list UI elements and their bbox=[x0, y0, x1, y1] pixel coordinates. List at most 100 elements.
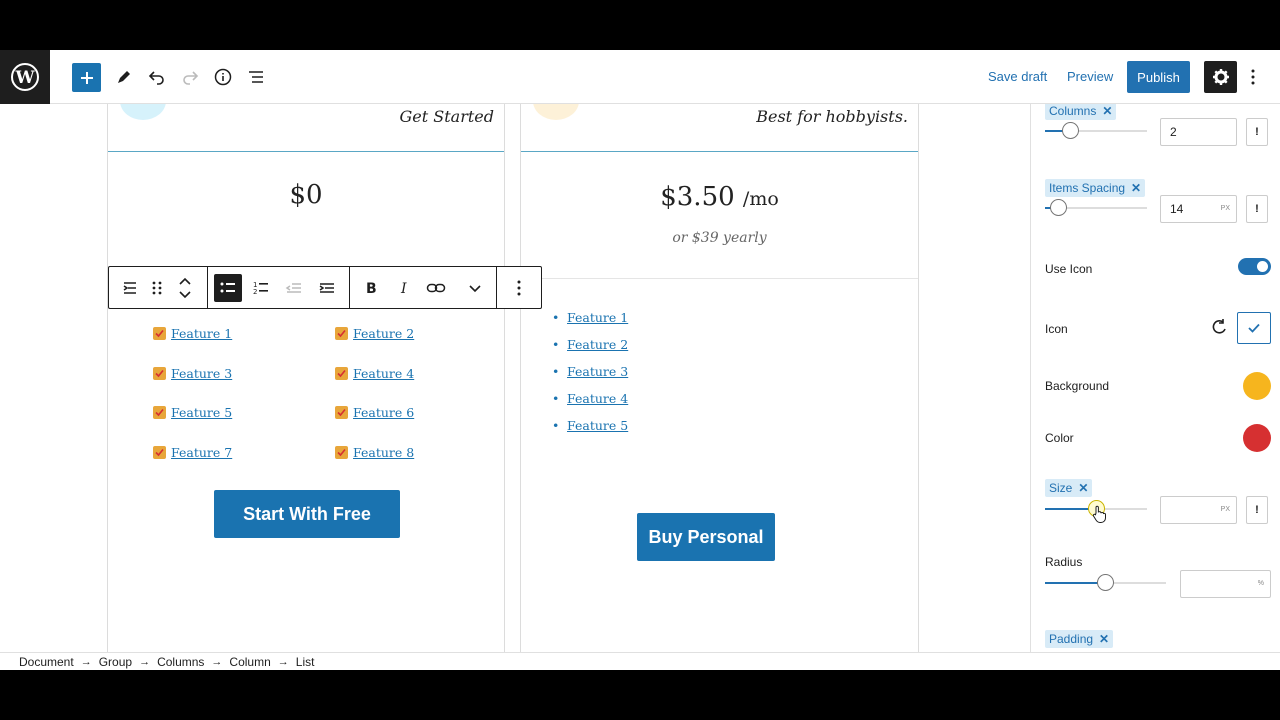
unordered-list-button[interactable] bbox=[214, 274, 242, 302]
reset-x-icon[interactable]: ✕ bbox=[1078, 481, 1088, 495]
feature-link[interactable]: Feature 6 bbox=[353, 405, 414, 420]
reset-x-icon[interactable]: ✕ bbox=[1131, 181, 1141, 195]
bold-button[interactable]: B bbox=[357, 274, 385, 302]
items-spacing-label[interactable]: Items Spacing ✕ bbox=[1045, 179, 1146, 197]
more-vertical-icon bbox=[517, 280, 521, 296]
yearly-price[interactable]: or $39 yearly bbox=[521, 230, 918, 246]
list-item[interactable]: Feature 3 bbox=[552, 364, 628, 379]
plan-price[interactable]: $3.50 /mo bbox=[521, 182, 918, 212]
add-block-button[interactable] bbox=[72, 63, 101, 92]
divider bbox=[108, 151, 504, 152]
columns-warning-button[interactable]: ! bbox=[1246, 118, 1268, 146]
indent-button[interactable] bbox=[313, 274, 341, 302]
list-item[interactable]: Feature 4 bbox=[335, 366, 414, 381]
list-item[interactable]: Feature 5 bbox=[552, 418, 628, 433]
checkbox-icon bbox=[153, 406, 166, 419]
padding-label[interactable]: Padding ✕ bbox=[1045, 630, 1114, 648]
price-amount: $3.50 bbox=[660, 182, 735, 212]
size-label[interactable]: Size ✕ bbox=[1045, 479, 1093, 497]
breadcrumb-column[interactable]: Column bbox=[229, 655, 270, 669]
move-up-down-button[interactable] bbox=[171, 274, 199, 302]
reset-x-icon[interactable]: ✕ bbox=[1102, 104, 1112, 118]
list-item[interactable]: Feature 8 bbox=[335, 445, 414, 460]
size-input[interactable]: PX bbox=[1160, 496, 1237, 524]
indent-icon bbox=[319, 283, 334, 293]
reset-x-icon[interactable]: ✕ bbox=[1099, 632, 1109, 646]
icon-label: Icon bbox=[1045, 322, 1068, 336]
color-swatch[interactable] bbox=[1243, 424, 1271, 452]
pencil-icon bbox=[118, 71, 130, 83]
items-spacing-warning-button[interactable]: ! bbox=[1246, 195, 1268, 223]
plan-subtitle[interactable]: Get Started bbox=[400, 107, 494, 126]
divider bbox=[521, 278, 918, 279]
items-spacing-slider-thumb[interactable] bbox=[1050, 199, 1067, 216]
radius-slider-thumb[interactable] bbox=[1097, 574, 1114, 591]
list-item[interactable]: Feature 2 bbox=[552, 337, 628, 352]
breadcrumb-list[interactable]: List bbox=[296, 655, 315, 669]
items-spacing-label-text: Items Spacing bbox=[1049, 181, 1126, 195]
more-formatting-button[interactable] bbox=[461, 274, 489, 302]
list-view-button[interactable] bbox=[243, 64, 269, 90]
columns-slider-thumb[interactable] bbox=[1062, 122, 1079, 139]
pricing-column-free[interactable]: Get Started $0 Feature 1 Feature 2 Featu… bbox=[107, 104, 505, 652]
breadcrumb-document[interactable]: Document bbox=[19, 655, 74, 669]
plan-price[interactable]: $0 bbox=[108, 180, 504, 210]
preview-button[interactable]: Preview bbox=[1067, 69, 1113, 84]
ordered-list-button[interactable]: 12 bbox=[247, 274, 275, 302]
columns-label[interactable]: Columns ✕ bbox=[1045, 104, 1117, 120]
radius-input[interactable]: % bbox=[1180, 570, 1271, 598]
settings-button[interactable] bbox=[1204, 61, 1237, 93]
breadcrumb-group[interactable]: Group bbox=[99, 655, 132, 669]
plan-subtitle[interactable]: Best for hobbyists. bbox=[756, 107, 908, 126]
wordpress-logo-button[interactable]: W bbox=[0, 50, 50, 104]
unit-label: PX bbox=[1220, 205, 1230, 212]
list-item[interactable]: Feature 6 bbox=[335, 405, 414, 420]
list-item[interactable]: Feature 1 bbox=[552, 310, 628, 325]
icon-picker-button[interactable] bbox=[1237, 312, 1271, 344]
italic-button[interactable]: I bbox=[390, 274, 418, 302]
feature-link[interactable]: Feature 2 bbox=[353, 326, 414, 341]
list-item[interactable]: Feature 4 bbox=[552, 391, 628, 406]
tools-button[interactable] bbox=[111, 64, 137, 90]
editor-frame: W Save draft Preview Publish Get Started… bbox=[0, 50, 1280, 670]
use-icon-toggle[interactable] bbox=[1238, 258, 1271, 275]
columns-input[interactable]: 2 bbox=[1160, 118, 1237, 146]
feature-link[interactable]: Feature 8 bbox=[353, 445, 414, 460]
buy-personal-button[interactable]: Buy Personal bbox=[637, 513, 775, 561]
parent-block-button[interactable] bbox=[116, 274, 144, 302]
list-item[interactable]: Feature 1 bbox=[153, 326, 232, 341]
publish-button[interactable]: Publish bbox=[1127, 61, 1190, 93]
items-spacing-input[interactable]: 14 PX bbox=[1160, 195, 1237, 223]
save-draft-button[interactable]: Save draft bbox=[988, 69, 1047, 84]
drag-handle[interactable] bbox=[143, 274, 171, 302]
feature-link[interactable]: Feature 4 bbox=[353, 366, 414, 381]
background-label: Background bbox=[1045, 379, 1110, 393]
arrow-right-icon: → bbox=[139, 655, 151, 668]
details-button[interactable] bbox=[210, 64, 236, 90]
link-button[interactable] bbox=[422, 274, 450, 302]
toolbar-separator bbox=[496, 267, 497, 308]
feature-link[interactable]: Feature 1 bbox=[171, 326, 232, 341]
background-color-swatch[interactable] bbox=[1243, 372, 1271, 400]
pricing-column-personal[interactable]: Best for hobbyists. $3.50 /mo or $39 yea… bbox=[520, 104, 919, 652]
options-menu-button[interactable] bbox=[1246, 64, 1260, 90]
feature-link[interactable]: Feature 5 bbox=[171, 405, 232, 420]
list-item[interactable]: Feature 7 bbox=[153, 445, 232, 460]
feature-link[interactable]: Feature 7 bbox=[171, 445, 232, 460]
svg-text:I: I bbox=[400, 281, 407, 297]
start-with-free-button[interactable]: Start With Free bbox=[214, 490, 400, 538]
undo-button[interactable] bbox=[144, 64, 170, 90]
more-vertical-icon bbox=[1251, 69, 1255, 85]
block-options-button[interactable] bbox=[505, 274, 533, 302]
reset-icon[interactable] bbox=[1211, 318, 1229, 334]
list-item[interactable]: Feature 2 bbox=[335, 326, 414, 341]
list-item[interactable]: Feature 3 bbox=[153, 366, 232, 381]
list-item[interactable]: Feature 5 bbox=[153, 405, 232, 420]
items-spacing-value: 14 bbox=[1170, 202, 1184, 216]
outdent-button[interactable] bbox=[280, 274, 308, 302]
redo-button[interactable] bbox=[177, 64, 203, 90]
toolbar-separator bbox=[207, 267, 208, 308]
size-warning-button[interactable]: ! bbox=[1246, 496, 1268, 524]
feature-link[interactable]: Feature 3 bbox=[171, 366, 232, 381]
breadcrumb-columns[interactable]: Columns bbox=[157, 655, 204, 669]
